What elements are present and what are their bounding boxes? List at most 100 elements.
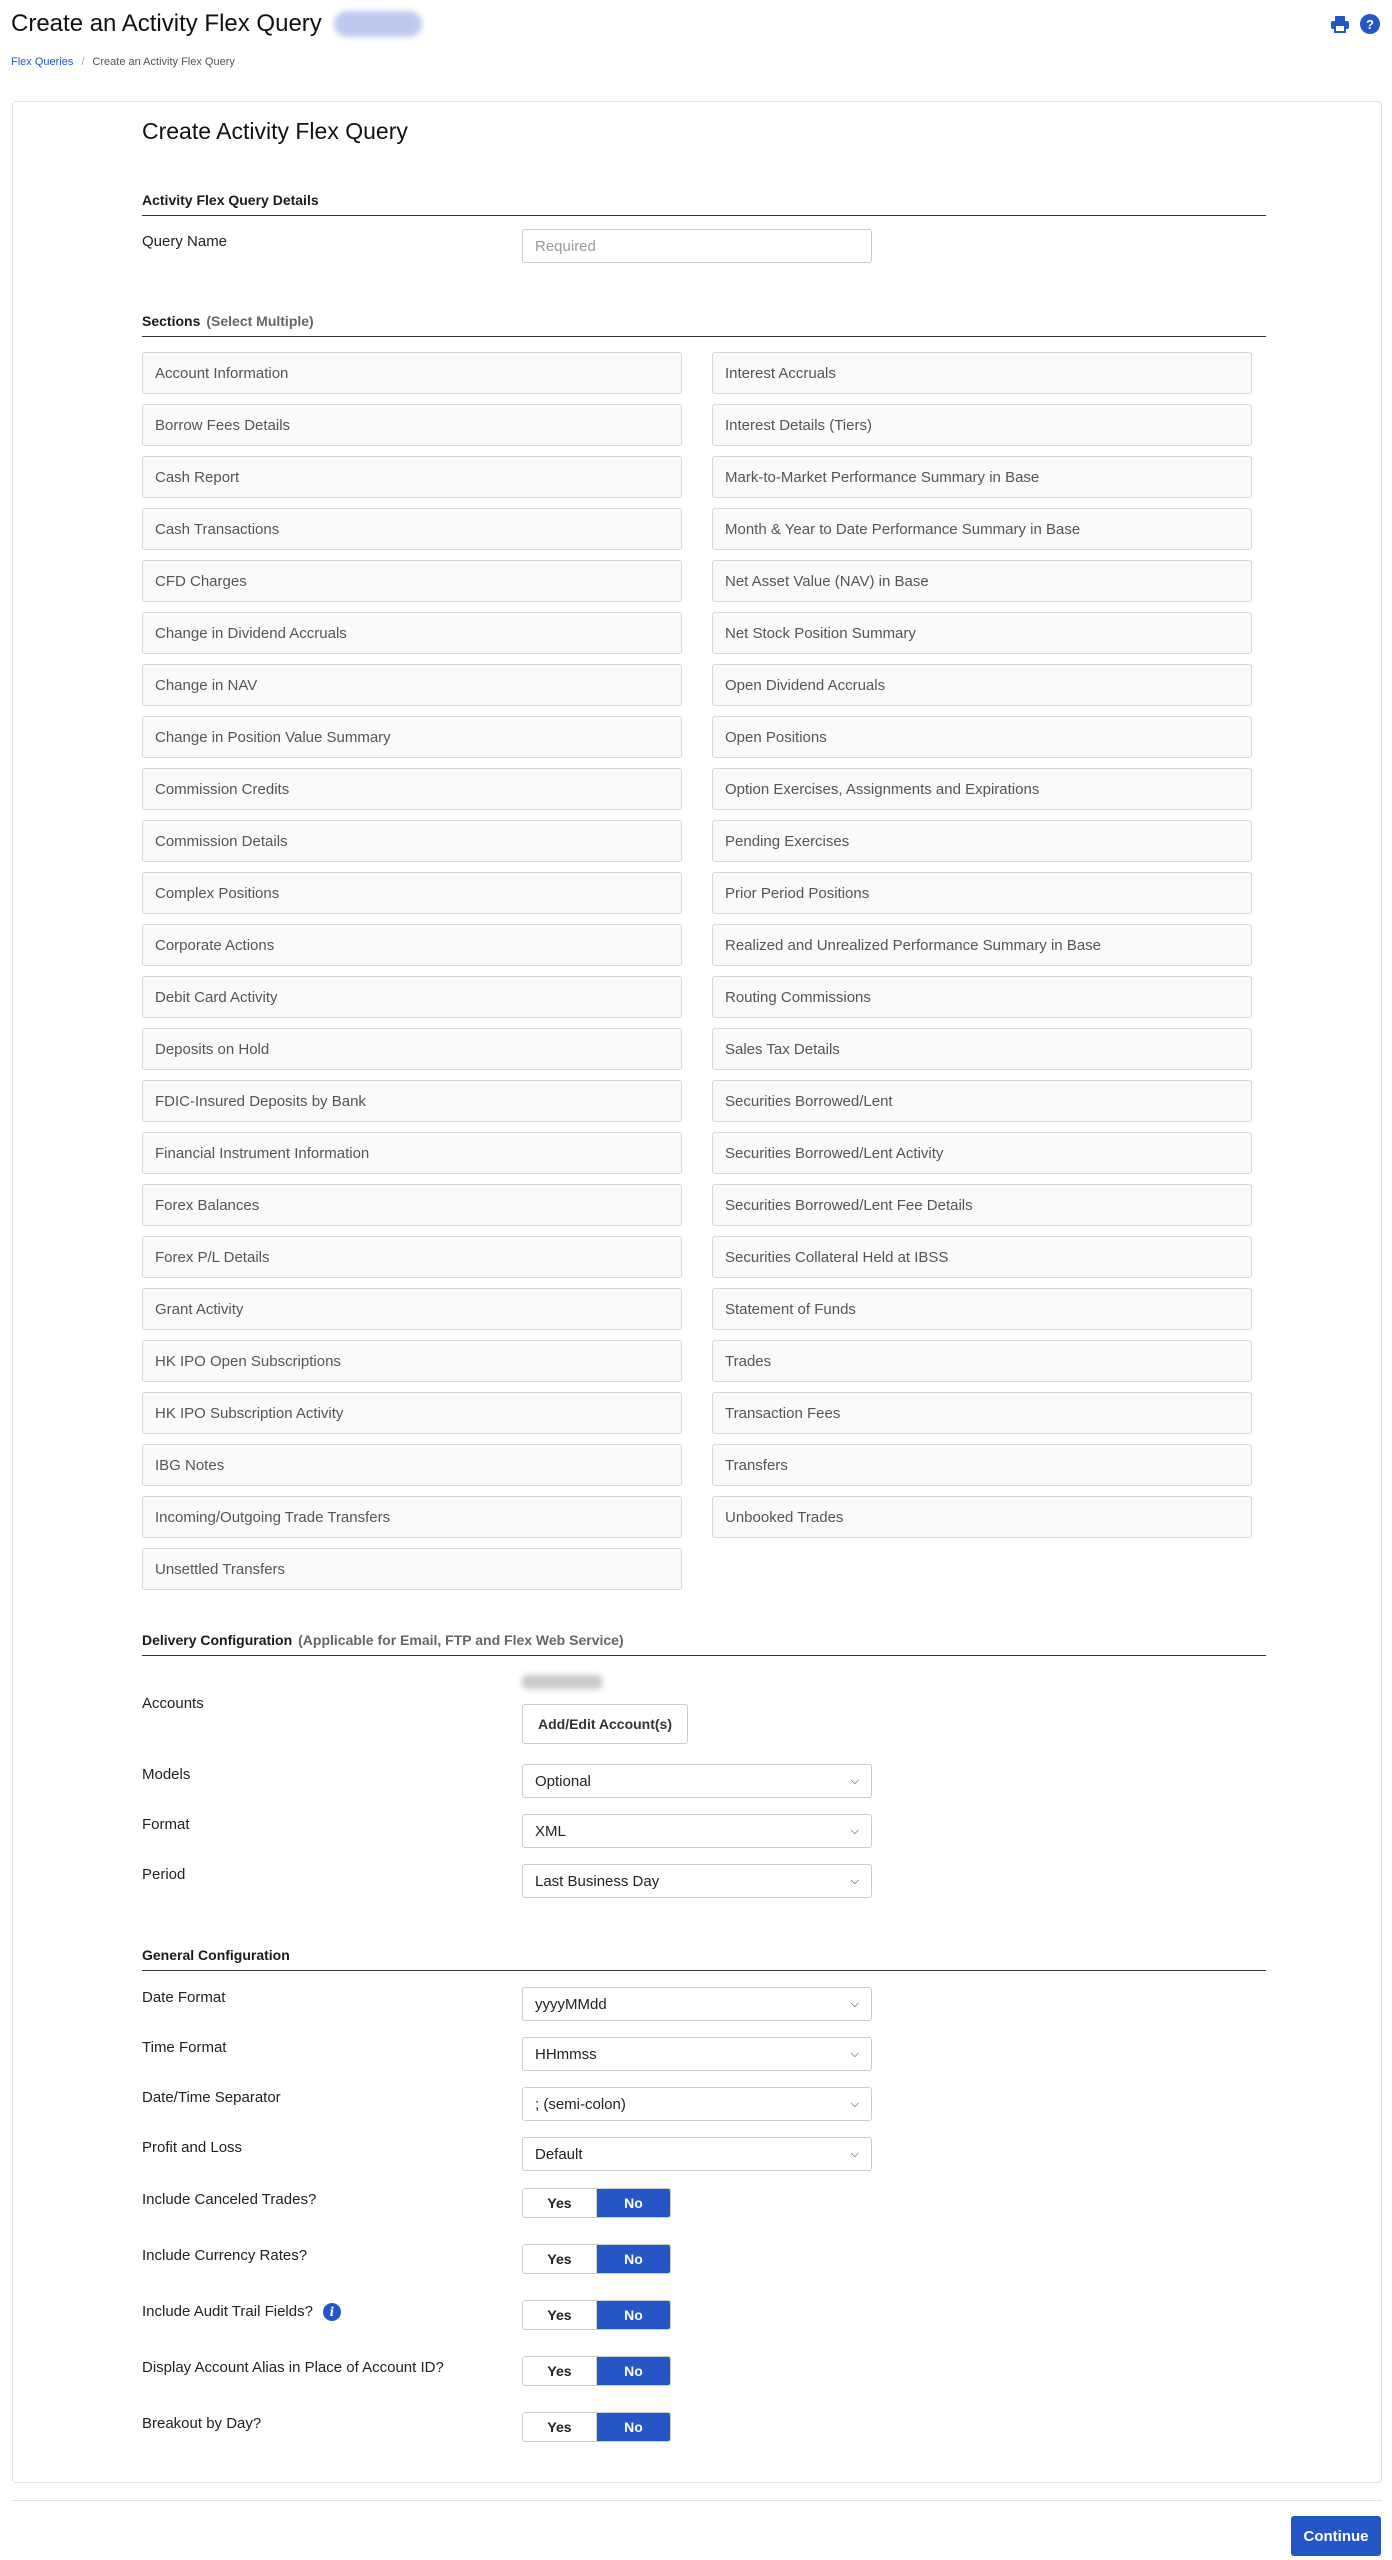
section-option-label: Mark-to-Market Performance Summary in Ba…: [725, 468, 1040, 486]
section-option[interactable]: Transfers: [712, 1444, 1252, 1486]
general-heading-text: General Configuration: [142, 1947, 290, 1963]
help-icon[interactable]: ?: [1359, 13, 1381, 35]
query-name-input[interactable]: [522, 229, 872, 263]
separator-select[interactable]: ; (semi-colon) ⌵: [522, 2087, 872, 2121]
section-option[interactable]: IBG Notes: [142, 1444, 682, 1486]
general-section-heading: General Configuration: [142, 1947, 1266, 1971]
toggle-yes-button[interactable]: Yes: [523, 2245, 597, 2273]
section-option-label: Pending Exercises: [725, 832, 850, 850]
section-option[interactable]: Month & Year to Date Performance Summary…: [712, 508, 1252, 550]
section-option[interactable]: Securities Borrowed/Lent Fee Details: [712, 1184, 1252, 1226]
time-format-select[interactable]: HHmmss ⌵: [522, 2037, 872, 2071]
section-option[interactable]: HK IPO Open Subscriptions: [142, 1340, 682, 1382]
section-option[interactable]: Open Dividend Accruals: [712, 664, 1252, 706]
section-option[interactable]: Forex P/L Details: [142, 1236, 682, 1278]
printer-icon[interactable]: [1329, 13, 1351, 35]
section-option-label: Routing Commissions: [725, 988, 871, 1006]
continue-button[interactable]: Continue: [1291, 2516, 1381, 2556]
section-option[interactable]: Corporate Actions: [142, 924, 682, 966]
section-option[interactable]: FDIC-Insured Deposits by Bank: [142, 1080, 682, 1122]
add-edit-accounts-button[interactable]: Add/Edit Account(s): [522, 1704, 688, 1744]
section-option[interactable]: Trades: [712, 1340, 1252, 1382]
section-option[interactable]: CFD Charges: [142, 560, 682, 602]
section-option[interactable]: Routing Commissions: [712, 976, 1252, 1018]
section-option[interactable]: Option Exercises, Assignments and Expira…: [712, 768, 1252, 810]
toggle-yes-button[interactable]: Yes: [523, 2301, 597, 2329]
time-format-label: Time Format: [142, 2039, 227, 2056]
section-option[interactable]: Cash Transactions: [142, 508, 682, 550]
section-option[interactable]: Account Information: [142, 352, 682, 394]
section-option[interactable]: Interest Accruals: [712, 352, 1252, 394]
section-option[interactable]: Borrow Fees Details: [142, 404, 682, 446]
section-option[interactable]: Statement of Funds: [712, 1288, 1252, 1330]
section-option[interactable]: Grant Activity: [142, 1288, 682, 1330]
pnl-select[interactable]: Default ⌵: [522, 2137, 872, 2171]
section-option[interactable]: Net Asset Value (NAV) in Base: [712, 560, 1252, 602]
section-option[interactable]: Change in NAV: [142, 664, 682, 706]
date-format-select[interactable]: yyyyMMdd ⌵: [522, 1987, 872, 2021]
section-option-label: Interest Details (Tiers): [725, 416, 872, 434]
section-option[interactable]: Change in Dividend Accruals: [142, 612, 682, 654]
section-option-label: Account Information: [155, 364, 289, 382]
section-option[interactable]: Commission Credits: [142, 768, 682, 810]
section-option[interactable]: Prior Period Positions: [712, 872, 1252, 914]
section-option-label: Open Dividend Accruals: [725, 676, 886, 694]
section-option-label: Commission Details: [155, 832, 288, 850]
toggle-yes-button[interactable]: Yes: [523, 2357, 597, 2385]
period-label: Period: [142, 1866, 186, 1883]
section-option[interactable]: Interest Details (Tiers): [712, 404, 1252, 446]
toggle-no-button[interactable]: No: [597, 2357, 670, 2385]
section-option-label: Net Stock Position Summary: [725, 624, 916, 642]
section-option-label: Realized and Unrealized Performance Summ…: [725, 936, 1102, 954]
toggle-no-button[interactable]: No: [597, 2189, 670, 2217]
section-option[interactable]: Securities Collateral Held at IBSS: [712, 1236, 1252, 1278]
section-option-label: Open Positions: [725, 728, 827, 746]
section-option[interactable]: Cash Report: [142, 456, 682, 498]
section-option[interactable]: Realized and Unrealized Performance Summ…: [712, 924, 1252, 966]
toggle-no-button[interactable]: No: [597, 2301, 670, 2329]
section-option[interactable]: Sales Tax Details: [712, 1028, 1252, 1070]
format-select[interactable]: XML ⌵: [522, 1814, 872, 1848]
section-option[interactable]: Unbooked Trades: [712, 1496, 1252, 1538]
section-option[interactable]: Mark-to-Market Performance Summary in Ba…: [712, 456, 1252, 498]
section-option[interactable]: Securities Borrowed/Lent Activity: [712, 1132, 1252, 1174]
sections-subheading: (Select Multiple): [206, 313, 314, 329]
yes-no-toggle: Yes No: [522, 2300, 671, 2330]
section-option[interactable]: HK IPO Subscription Activity: [142, 1392, 682, 1434]
section-option[interactable]: Debit Card Activity: [142, 976, 682, 1018]
info-icon[interactable]: i: [322, 2303, 341, 2322]
toggle-yes-button[interactable]: Yes: [523, 2413, 597, 2441]
section-option[interactable]: Open Positions: [712, 716, 1252, 758]
section-option[interactable]: Transaction Fees: [712, 1392, 1252, 1434]
section-option[interactable]: Pending Exercises: [712, 820, 1252, 862]
section-option-label: Statement of Funds: [725, 1300, 856, 1318]
section-option[interactable]: Net Stock Position Summary: [712, 612, 1252, 654]
delivery-heading-text: Delivery Configuration: [142, 1632, 293, 1648]
accounts-label: Accounts: [142, 1695, 204, 1712]
section-option-label: Month & Year to Date Performance Summary…: [725, 520, 1081, 538]
section-option-label: CFD Charges: [155, 572, 247, 590]
breadcrumb-flex-queries[interactable]: Flex Queries: [11, 56, 73, 68]
section-option[interactable]: Forex Balances: [142, 1184, 682, 1226]
section-option-label: Net Asset Value (NAV) in Base: [725, 572, 929, 590]
section-option[interactable]: Financial Instrument Information: [142, 1132, 682, 1174]
section-option-label: Change in NAV: [155, 676, 258, 694]
section-option[interactable]: Incoming/Outgoing Trade Transfers: [142, 1496, 682, 1538]
toggle-yes-button[interactable]: Yes: [523, 2189, 597, 2217]
period-select[interactable]: Last Business Day ⌵: [522, 1864, 872, 1898]
section-option-label: Prior Period Positions: [725, 884, 870, 902]
section-option[interactable]: Change in Position Value Summary: [142, 716, 682, 758]
models-select[interactable]: Optional ⌵: [522, 1764, 872, 1798]
section-option-label: Forex P/L Details: [155, 1248, 270, 1266]
format-label: Format: [142, 1816, 190, 1833]
toggle-no-button[interactable]: No: [597, 2413, 670, 2441]
section-option-label: Financial Instrument Information: [155, 1144, 370, 1162]
sections-heading-text: Sections: [142, 313, 201, 329]
section-option[interactable]: Unsettled Transfers: [142, 1548, 682, 1590]
section-option[interactable]: Deposits on Hold: [142, 1028, 682, 1070]
section-option[interactable]: Commission Details: [142, 820, 682, 862]
toggle-label-text: Include Canceled Trades?: [142, 2191, 317, 2208]
section-option[interactable]: Complex Positions: [142, 872, 682, 914]
toggle-no-button[interactable]: No: [597, 2245, 670, 2273]
section-option[interactable]: Securities Borrowed/Lent: [712, 1080, 1252, 1122]
